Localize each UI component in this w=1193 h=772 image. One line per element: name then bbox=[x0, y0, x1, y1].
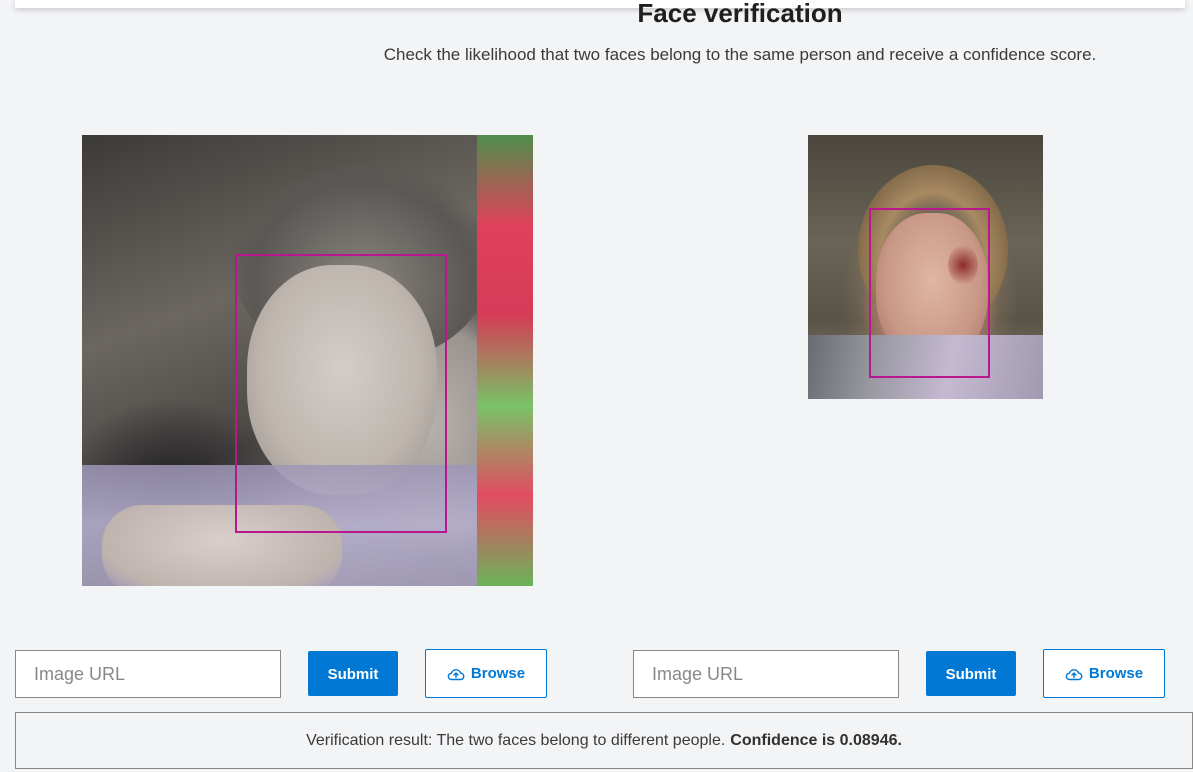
left-image-url-input[interactable] bbox=[15, 650, 281, 698]
left-browse-button[interactable]: Browse bbox=[425, 649, 547, 698]
right-browse-label: Browse bbox=[1088, 665, 1144, 682]
upload-cloud-icon bbox=[447, 665, 465, 683]
confidence-score: Confidence is 0.08946. bbox=[730, 731, 902, 749]
upload-cloud-icon bbox=[1065, 665, 1083, 683]
page: Face verification Check the likelihood t… bbox=[0, 0, 1193, 772]
right-browse-button[interactable]: Browse bbox=[1043, 649, 1165, 698]
right-submit-button[interactable]: Submit bbox=[926, 651, 1016, 696]
left-face-bounding-box bbox=[235, 254, 447, 533]
verification-result-box: Verification result: The two faces belon… bbox=[15, 712, 1193, 769]
left-image-blanket bbox=[477, 135, 533, 586]
left-browse-label: Browse bbox=[470, 665, 526, 682]
verification-result-text: Verification result: The two faces belon… bbox=[306, 731, 726, 749]
right-image-url-input[interactable] bbox=[633, 650, 899, 698]
page-title: Face verification bbox=[637, 0, 843, 28]
left-submit-button[interactable]: Submit bbox=[308, 651, 398, 696]
right-face-bounding-box bbox=[869, 208, 990, 378]
page-subtitle: Check the likelihood that two faces belo… bbox=[383, 45, 1097, 64]
